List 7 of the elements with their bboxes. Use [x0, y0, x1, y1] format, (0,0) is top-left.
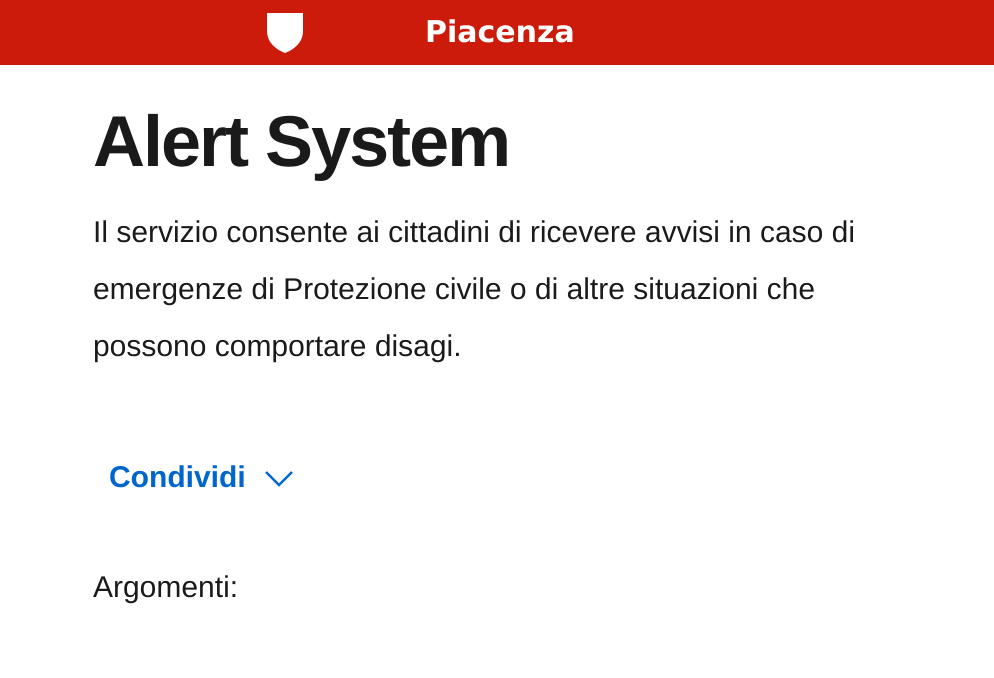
share-button[interactable]: Condividi — [105, 457, 298, 500]
description: Il servizio consente ai cittadini di ricevere avvisi in caso di emergenze di Protezione civile o di altre situazioni che possono comportare disagi. — [93, 215, 856, 366]
topics-label: Argomenti: — [93, 571, 240, 606]
city-name[interactable]: Piacenza — [425, 15, 575, 50]
page-title: Alert System — [93, 103, 510, 182]
shield-icon — [265, 10, 305, 54]
chevron-icon — [264, 469, 294, 488]
